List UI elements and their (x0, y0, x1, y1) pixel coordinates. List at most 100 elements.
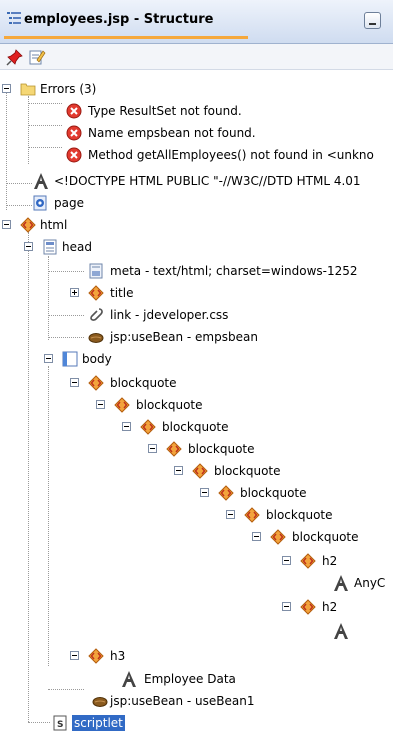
tree-node-error-3[interactable]: Method getAllEmployees() not found in <u… (0, 144, 393, 166)
tree-node-blockquote[interactable]: blockquote (0, 504, 393, 526)
tree-node-doctype[interactable]: <!DOCTYPE HTML PUBLIC "-//W3C//DTD HTML … (0, 170, 393, 192)
collapse-toggle[interactable] (2, 220, 11, 229)
html-tag-icon (114, 397, 130, 413)
tree-node-blockquote[interactable]: blockquote (0, 460, 393, 482)
tree-node-h2[interactable]: h2 (0, 596, 393, 618)
collapse-toggle[interactable] (226, 510, 235, 519)
tree-node-label-selected: scriptlet (72, 715, 125, 731)
tree-node-title[interactable]: title (0, 282, 393, 304)
tree-node-label: h2 (322, 600, 338, 614)
pin-icon[interactable] (6, 48, 24, 66)
tree-node-errors[interactable]: Errors (3) (0, 78, 393, 100)
error-icon (66, 125, 82, 141)
structure-toolbar (0, 44, 393, 70)
tree-node-text-employee-data[interactable]: Employee Data (0, 668, 393, 690)
text-node-icon (334, 575, 348, 591)
html-tag-icon (270, 529, 286, 545)
collapse-toggle[interactable] (24, 242, 33, 251)
tree-node-usebean-empsbean[interactable]: jsp:useBean - empsbean (0, 326, 393, 348)
tree-node-label: jsp:useBean - empsbean (110, 330, 258, 344)
meta-icon (89, 263, 103, 279)
structure-icon (7, 12, 21, 24)
collapse-toggle[interactable] (148, 444, 157, 453)
tree-node-blockquote[interactable]: blockquote (0, 372, 393, 394)
tree-node-label: h2 (322, 554, 338, 568)
collapse-toggle[interactable] (70, 651, 79, 660)
html-tag-icon (88, 285, 104, 301)
tree-node-page[interactable]: page (0, 192, 393, 214)
tree-node-label: Employee Data (144, 672, 236, 686)
html-tag-icon (218, 485, 234, 501)
structure-window-titlebar: employees.jsp - Structure (0, 0, 393, 44)
tree-node-label: blockquote (214, 464, 281, 478)
collapse-toggle[interactable] (96, 400, 105, 409)
tree-node-label: Method getAllEmployees() not found in <u… (88, 148, 374, 162)
tree-node-html[interactable]: html (0, 214, 393, 236)
tree-node-label: meta - text/html; charset=windows-1252 (110, 264, 358, 278)
collapse-toggle[interactable] (70, 378, 79, 387)
html-tag-icon (244, 507, 260, 523)
collapse-toggle[interactable] (2, 84, 11, 93)
text-node-icon (122, 671, 136, 687)
tree-node-label: <!DOCTYPE HTML PUBLIC "-//W3C//DTD HTML … (54, 174, 361, 188)
collapse-toggle[interactable] (282, 602, 291, 611)
tree-node-label: h3 (110, 649, 126, 663)
html-tag-icon (300, 553, 316, 569)
tree-node-label: blockquote (292, 530, 359, 544)
collapse-toggle[interactable] (200, 488, 209, 497)
collapse-toggle[interactable] (252, 532, 261, 541)
tree-node-label: head (62, 240, 92, 254)
tree-node-label: blockquote (266, 508, 333, 522)
error-icon (66, 147, 82, 163)
html-tag-icon (192, 463, 208, 479)
tree-node-label: Errors (3) (40, 82, 97, 96)
head-section-icon (43, 239, 57, 255)
tree-node-meta[interactable]: meta - text/html; charset=windows-1252 (0, 260, 393, 282)
tree-node-scriptlet[interactable]: S scriptlet (0, 712, 393, 734)
tree-node-h2[interactable]: h2 (0, 550, 393, 572)
tree-node-label: Type ResultSet not found. (88, 104, 242, 118)
tree-node-h3[interactable]: h3 (0, 645, 393, 667)
tree-node-body[interactable]: body (0, 348, 393, 370)
tree-node-text-anyc[interactable]: AnyC (0, 572, 393, 594)
tree-node-error-2[interactable]: Name empsbean not found. (0, 122, 393, 144)
tree-node-text-empty[interactable] (0, 620, 393, 642)
page-directive-icon (33, 195, 47, 211)
structure-tree: Errors (3) Type ResultSet not found. Nam… (0, 70, 393, 736)
tree-node-label: link - jdeveloper.css (110, 308, 229, 322)
html-tag-icon (300, 599, 316, 615)
tree-node-label: blockquote (240, 486, 307, 500)
body-section-icon (62, 351, 78, 367)
html-tag-icon (140, 419, 156, 435)
bean-icon (92, 697, 108, 707)
html-tag-icon (88, 648, 104, 664)
tree-node-error-1[interactable]: Type ResultSet not found. (0, 100, 393, 122)
tree-node-label: blockquote (162, 420, 229, 434)
tree-node-blockquote[interactable]: blockquote (0, 526, 393, 548)
svg-text:S: S (57, 720, 63, 730)
tree-node-label: title (110, 286, 134, 300)
collapse-toggle[interactable] (122, 422, 131, 431)
tree-node-blockquote[interactable]: blockquote (0, 394, 393, 416)
tree-node-label: html (40, 218, 68, 232)
folder-icon (20, 83, 36, 96)
collapse-toggle[interactable] (44, 354, 53, 363)
minimize-button[interactable] (364, 12, 381, 29)
collapse-toggle[interactable] (174, 466, 183, 475)
collapse-toggle[interactable] (282, 556, 291, 565)
tree-node-blockquote[interactable]: blockquote (0, 482, 393, 504)
window-title: employees.jsp - Structure (24, 12, 214, 27)
tree-node-label: Name empsbean not found. (88, 126, 256, 140)
expand-toggle[interactable] (70, 288, 79, 297)
tree-node-label: page (54, 196, 84, 210)
tree-node-blockquote[interactable]: blockquote (0, 438, 393, 460)
text-node-icon (334, 623, 348, 639)
tree-node-link[interactable]: link - jdeveloper.css (0, 304, 393, 326)
tree-node-label: AnyC (354, 576, 386, 590)
tree-node-usebean-usebean1[interactable]: jsp:useBean - useBean1 (0, 690, 393, 712)
tree-node-blockquote[interactable]: blockquote (0, 416, 393, 438)
tree-node-head[interactable]: head (0, 236, 393, 258)
html-tag-icon (20, 217, 36, 233)
tree-node-label: body (82, 352, 112, 366)
edit-icon[interactable] (28, 48, 46, 66)
